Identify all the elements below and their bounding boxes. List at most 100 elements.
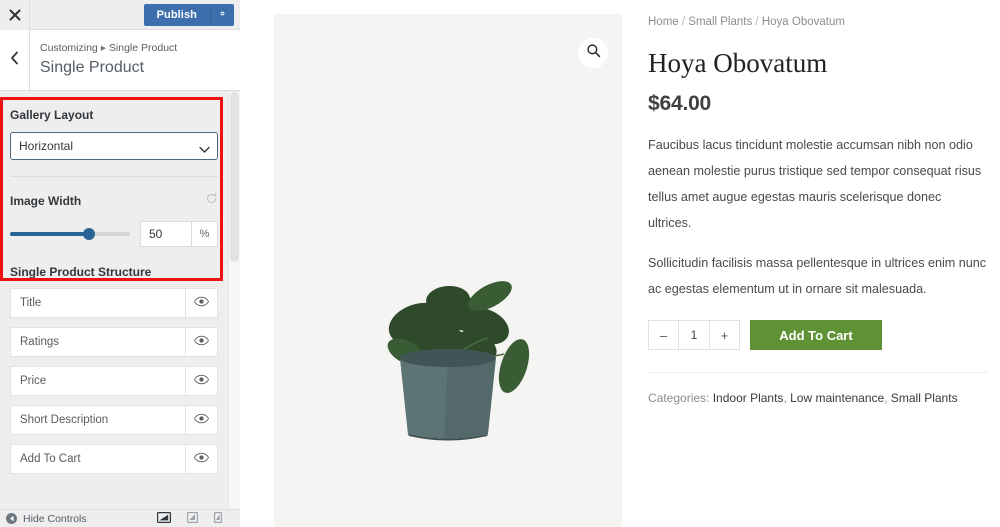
image-width-input[interactable] — [140, 221, 192, 247]
toggle-visibility-button[interactable] — [186, 444, 218, 474]
close-icon — [8, 8, 21, 21]
quantity-decrement-button[interactable]: – — [649, 321, 678, 349]
breadcrumb-separator: / — [681, 16, 686, 28]
hide-controls-button[interactable]: Hide Controls — [6, 513, 87, 525]
hide-controls-label: Hide Controls — [23, 512, 87, 525]
product-short-description: Faucibus lacus tincidunt molestie accums… — [648, 132, 988, 302]
product-title: Hoya Obovatum — [648, 48, 828, 78]
description-paragraph: Sollicitudin facilisis massa pellentesqu… — [648, 256, 987, 296]
device-preview-group — [157, 510, 234, 527]
product-gallery — [274, 14, 622, 527]
gallery-layout-control: Gallery Layout Horizontal — [0, 92, 228, 177]
panel-title-group: Customizing ▸ Single Product Single Prod… — [30, 30, 177, 90]
category-separator: , — [884, 391, 888, 405]
customizer-breadcrumb: Customizing ▸ Single Product — [40, 40, 177, 56]
structure-item-label[interactable]: Title — [10, 288, 186, 318]
slider-handle[interactable] — [83, 228, 96, 240]
publish-group: Publish — [143, 0, 240, 30]
structure-item-label[interactable]: Price — [10, 366, 186, 396]
image-width-slider-row: % — [10, 221, 218, 247]
collapse-icon — [6, 513, 17, 524]
structure-list: Title Ratings Price Short Description Ad… — [0, 288, 228, 474]
customizer-footer: Hide Controls — [0, 509, 240, 527]
breadcrumb-link-home[interactable]: Home — [648, 16, 679, 28]
structure-section-title: Single Product Structure — [10, 265, 152, 279]
list-item[interactable]: Ratings — [10, 327, 218, 357]
gallery-layout-label-text: Gallery Layout — [10, 108, 94, 122]
page-title: Single Product — [40, 59, 145, 76]
category-link-low-maintenance[interactable]: Low maintenance — [790, 391, 884, 405]
image-width-label-text: Image Width — [10, 193, 82, 208]
reset-icon[interactable] — [205, 192, 218, 209]
breadcrumb-prefix: Customizing — [40, 42, 98, 54]
product-categories: Categories: Indoor Plants, Low maintenan… — [648, 389, 988, 407]
site-preview: Home / Small Plants / Hoya Obovatum Hoya… — [240, 0, 1000, 527]
category-link-small-plants[interactable]: Small Plants — [891, 391, 958, 405]
gear-icon — [217, 6, 228, 24]
category-link-indoor-plants[interactable]: Indoor Plants — [713, 391, 784, 405]
publish-settings-button[interactable] — [210, 3, 234, 26]
categories-label: Categories: — [648, 391, 710, 405]
product-price: $64.00 — [648, 92, 712, 115]
customizer-panel-header: Customizing ▸ Single Product Single Prod… — [0, 30, 240, 91]
close-customizer-button[interactable] — [0, 0, 30, 30]
breadcrumb-current-product: Hoya Obovatum — [761, 16, 845, 28]
product-details: Home / Small Plants / Hoya Obovatum Hoya… — [648, 14, 988, 407]
structure-item-label[interactable]: Short Description — [10, 405, 186, 435]
breadcrumb: Home / Small Plants / Hoya Obovatum — [648, 14, 988, 30]
customizer-sidebar: Publish Customizing ▸ Single Product Sin… — [0, 0, 240, 527]
customizer-controls-panel: Gallery Layout Horizontal Image Width 50… — [0, 92, 228, 512]
image-width-label: Image Width — [10, 192, 218, 209]
quantity-input[interactable] — [678, 321, 710, 349]
toggle-visibility-button[interactable] — [186, 288, 218, 318]
gallery-layout-select[interactable]: Horizontal — [10, 132, 218, 160]
desktop-icon — [157, 510, 172, 527]
gallery-zoom-button[interactable] — [578, 38, 608, 68]
structure-item-label[interactable]: Ratings — [10, 327, 186, 357]
eye-icon — [194, 294, 209, 312]
quantity-stepper: – + — [648, 320, 740, 350]
panel-scrollbar[interactable] — [228, 92, 240, 512]
mobile-icon — [214, 510, 222, 527]
scrollbar-thumb[interactable] — [230, 92, 239, 262]
eye-icon — [194, 333, 209, 351]
eye-icon — [194, 411, 209, 429]
back-button[interactable] — [0, 30, 30, 90]
tablet-preview-button[interactable] — [187, 510, 198, 527]
image-width-unit[interactable]: % — [192, 221, 218, 247]
mobile-preview-button[interactable] — [214, 510, 222, 527]
breadcrumb-current: Single Product — [108, 42, 178, 54]
breadcrumb-link-category[interactable]: Small Plants — [688, 16, 752, 28]
image-width-control: Image Width 50 % — [0, 177, 228, 247]
structure-item-label[interactable]: Add To Cart — [10, 444, 186, 474]
chevron-left-icon — [9, 51, 20, 70]
publish-button[interactable]: Publish — [143, 3, 210, 26]
image-width-slider[interactable] — [10, 225, 130, 243]
toggle-visibility-button[interactable] — [186, 327, 218, 357]
quantity-increment-button[interactable]: + — [710, 321, 739, 349]
list-item[interactable]: Title — [10, 288, 218, 318]
list-item[interactable]: Short Description — [10, 405, 218, 435]
list-item[interactable]: Add To Cart — [10, 444, 218, 474]
description-paragraph: Faucibus lacus tincidunt molestie accums… — [648, 138, 982, 230]
toggle-visibility-button[interactable] — [186, 405, 218, 435]
breadcrumb-separator-icon: ▸ — [100, 42, 106, 54]
image-width-number-group: % — [140, 221, 218, 247]
slider-fill — [10, 232, 90, 236]
gallery-layout-label: Gallery Layout — [10, 107, 218, 123]
add-to-cart-button[interactable]: Add To Cart — [750, 320, 882, 350]
category-separator: , — [783, 391, 787, 405]
tablet-icon — [187, 510, 198, 527]
list-item[interactable]: Price — [10, 366, 218, 396]
eye-icon — [194, 372, 209, 390]
eye-icon — [194, 450, 209, 468]
customizer-app: Publish Customizing ▸ Single Product Sin… — [0, 0, 1000, 527]
desktop-preview-button[interactable] — [157, 510, 172, 527]
product-image[interactable] — [348, 266, 548, 451]
search-icon — [586, 43, 601, 63]
add-to-cart-row: – + Add To Cart — [648, 320, 988, 350]
breadcrumb-separator: / — [755, 16, 759, 28]
customizer-topbar: Publish — [0, 0, 240, 30]
toggle-visibility-button[interactable] — [186, 366, 218, 396]
details-divider — [648, 372, 988, 373]
